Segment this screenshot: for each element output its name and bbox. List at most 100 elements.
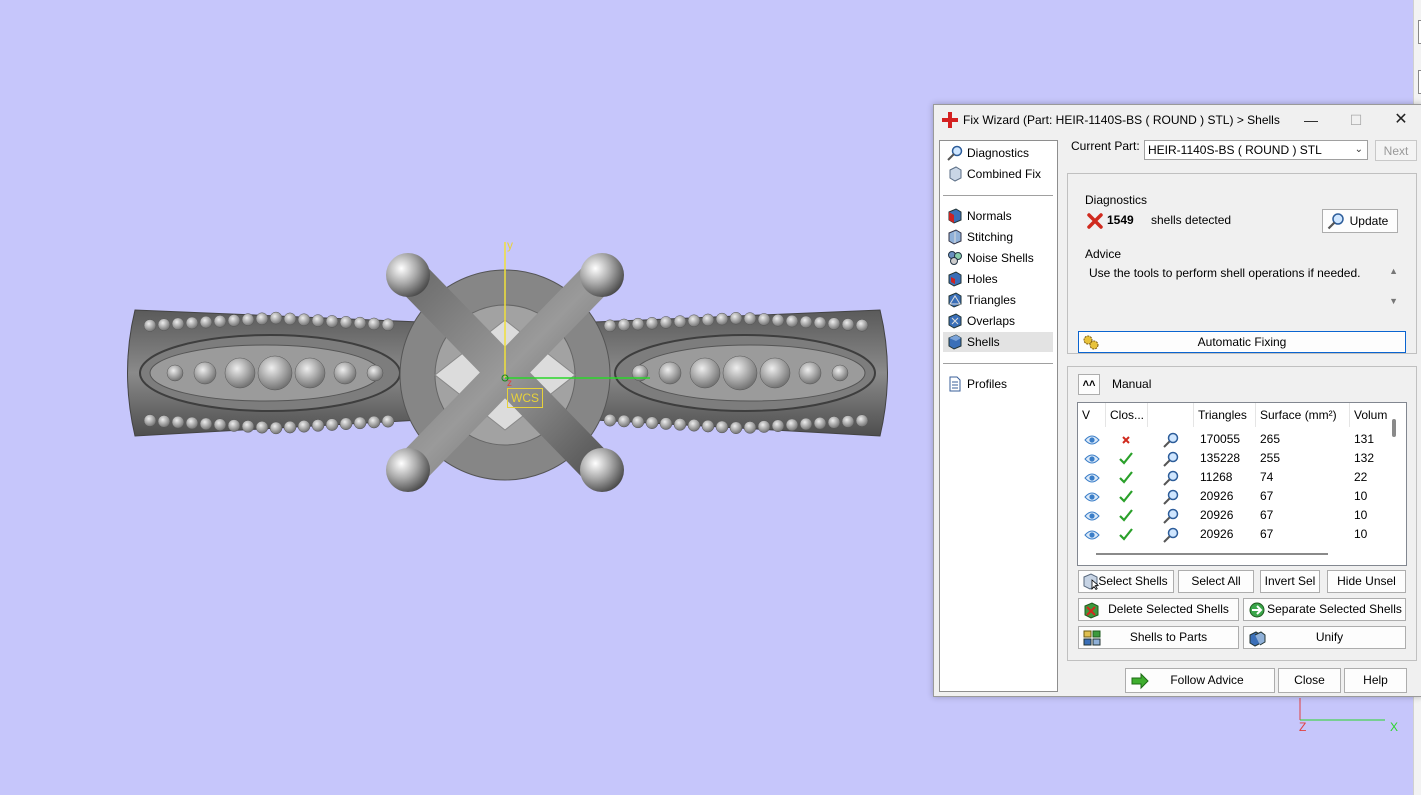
eye-icon[interactable] — [1084, 506, 1100, 525]
nav-item-normals[interactable]: Normals — [943, 206, 1053, 226]
ring-bead — [339, 316, 353, 329]
ring-bead — [381, 414, 395, 428]
ring-bead — [715, 312, 729, 326]
column-header-surface[interactable]: Surface (mm²) — [1256, 403, 1350, 427]
table-horizontal-scrollbar[interactable] — [1096, 553, 1328, 555]
nav-item-holes[interactable]: Holes — [943, 269, 1053, 289]
ring-bead — [617, 318, 631, 332]
ring-bead — [224, 357, 256, 389]
zoom-to-shell-icon[interactable] — [1162, 449, 1180, 468]
chevron-up-icon: ˄˄ — [1082, 378, 1096, 390]
red-cross-icon — [942, 112, 958, 128]
eye-icon[interactable] — [1084, 430, 1100, 449]
nav-item-stitching[interactable]: Stitching — [943, 227, 1053, 247]
diagnostics-group-label: Diagnostics — [1085, 193, 1148, 207]
column-header-visible[interactable]: V — [1078, 403, 1106, 427]
hide-unselected-button[interactable]: Hide Unsel — [1327, 570, 1406, 593]
minimize-button[interactable]: — — [1288, 105, 1334, 135]
next-button[interactable]: Next — [1375, 140, 1417, 161]
ring-bead — [325, 418, 339, 431]
follow-advice-button[interactable]: Follow Advice — [1125, 668, 1275, 693]
shells-count: 1549 — [1107, 213, 1134, 227]
ring-bead — [673, 315, 687, 328]
ring-bead — [617, 414, 631, 428]
ring-bead — [799, 315, 813, 329]
ring-bead — [689, 357, 721, 389]
ring-bead — [269, 421, 283, 435]
nav-item-triangles[interactable]: Triangles — [943, 290, 1053, 310]
shells-table[interactable]: V Clos... Triangles Surface (mm²) Volum … — [1077, 402, 1407, 566]
zoom-to-shell-icon[interactable] — [1162, 506, 1180, 525]
current-part-value: HEIR-1140S-BS ( ROUND ) STL — [1148, 143, 1322, 157]
ring-bead — [311, 314, 325, 327]
column-header-volume[interactable]: Volum — [1350, 403, 1396, 427]
delete-shells-icon — [1084, 602, 1099, 619]
table-vertical-scrollbar[interactable] — [1392, 419, 1396, 437]
ring-bead — [827, 416, 841, 429]
error-x-icon — [1118, 430, 1134, 449]
ring-bead — [687, 418, 701, 432]
table-row[interactable]: 11268 74 22 — [1078, 468, 1390, 487]
delete-selected-shells-button[interactable]: Delete Selected Shells — [1078, 598, 1239, 621]
arrow-right-icon — [1131, 672, 1149, 690]
shells-to-parts-button[interactable]: Shells to Parts — [1078, 626, 1239, 649]
nav-item-overlaps[interactable]: Overlaps — [943, 311, 1053, 331]
nav-item-profiles[interactable]: Profiles — [943, 374, 1053, 394]
shells-to-parts-label: Shells to Parts — [1129, 630, 1208, 644]
advice-text: Use the tools to perform shell operation… — [1089, 266, 1361, 280]
nav-item-noise-shells[interactable]: Noise Shells — [943, 248, 1053, 268]
table-row[interactable]: 20926 67 10 — [1078, 506, 1390, 525]
scroll-down-icon[interactable]: ▼ — [1389, 296, 1398, 306]
nav-item-shells[interactable]: Shells — [943, 332, 1053, 352]
table-row[interactable]: 20926 67 10 — [1078, 487, 1390, 506]
column-header-action[interactable] — [1148, 403, 1194, 427]
ring-bead — [339, 417, 353, 430]
update-label: Update — [1349, 214, 1389, 228]
eye-icon[interactable] — [1084, 449, 1100, 468]
zoom-to-shell-icon[interactable] — [1162, 487, 1180, 506]
ring-bead — [813, 316, 827, 330]
eye-icon[interactable] — [1084, 525, 1100, 544]
table-row[interactable]: 20926 67 10 — [1078, 525, 1390, 544]
column-header-closed[interactable]: Clos... — [1106, 403, 1148, 427]
ring-bead — [855, 319, 869, 332]
eye-icon[interactable] — [1084, 468, 1100, 487]
unify-button[interactable]: Unify — [1243, 626, 1406, 649]
ring-bead — [294, 357, 326, 389]
eye-icon[interactable] — [1084, 487, 1100, 506]
separate-selected-shells-button[interactable]: Separate Selected Shells — [1243, 598, 1406, 621]
ring-bead — [729, 311, 743, 325]
ring-bead — [257, 355, 293, 391]
automatic-fixing-button[interactable]: Automatic Fixing — [1078, 331, 1406, 353]
close-window-button[interactable]: ✕ — [1378, 105, 1421, 135]
collapse-manual-button[interactable]: ˄˄ — [1078, 374, 1100, 395]
diagnostics-panel: Diagnostics 1549 shells detected Update … — [1067, 173, 1417, 354]
scroll-up-icon[interactable]: ▲ — [1389, 266, 1398, 276]
current-part-select[interactable]: HEIR-1140S-BS ( ROUND ) STL ⌄ — [1144, 140, 1368, 160]
ring-bead — [603, 413, 617, 427]
nav-item-diagnostics[interactable]: Diagnostics — [943, 143, 1053, 163]
ring-bead — [827, 317, 841, 330]
column-header-triangles[interactable]: Triangles — [1194, 403, 1256, 427]
volume-cell: 10 — [1354, 508, 1368, 522]
table-row[interactable]: 135228 255 132 — [1078, 449, 1390, 468]
title-bar[interactable]: Fix Wizard (Part: HEIR-1140S-BS ( ROUND … — [934, 105, 1421, 135]
invert-selection-button[interactable]: Invert Sel — [1260, 570, 1320, 593]
table-row[interactable]: 170055 265 131 — [1078, 430, 1390, 449]
zoom-to-shell-icon[interactable] — [1162, 525, 1180, 544]
ring-bead — [297, 313, 311, 326]
current-part-label: Current Part: — [1071, 139, 1140, 153]
close-button[interactable]: Close — [1278, 668, 1341, 693]
ring-bead — [325, 315, 339, 328]
zoom-to-shell-icon[interactable] — [1162, 430, 1180, 449]
nav-item-combined-fix[interactable]: Combined Fix — [943, 164, 1053, 184]
maximize-button[interactable]: ☐ — [1333, 105, 1379, 135]
help-button[interactable]: Help — [1344, 668, 1407, 693]
zoom-to-shell-icon[interactable] — [1162, 468, 1180, 487]
ring-bead — [241, 420, 255, 433]
nav-item-label: Stitching — [967, 230, 1014, 244]
shells-to-parts-icon — [1083, 630, 1101, 646]
update-button[interactable]: Update — [1322, 209, 1398, 233]
select-shells-button[interactable]: Select Shells — [1078, 570, 1174, 593]
select-all-button[interactable]: Select All — [1178, 570, 1254, 593]
